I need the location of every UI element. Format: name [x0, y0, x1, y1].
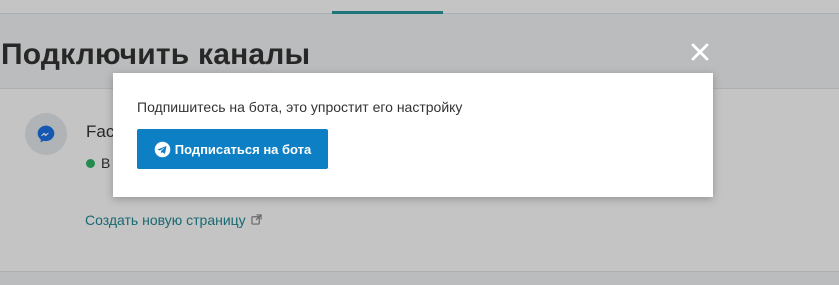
close-icon[interactable] — [688, 40, 712, 64]
subscribe-bot-button-label: Подписаться на бота — [174, 141, 312, 157]
modal-message: Подпишитесь на бота, это упростит его на… — [137, 99, 463, 115]
subscribe-bot-button[interactable]: Подписаться на бота — [137, 129, 328, 169]
telegram-icon — [154, 141, 171, 158]
subscribe-modal: Подпишитесь на бота, это упростит его на… — [113, 73, 713, 197]
